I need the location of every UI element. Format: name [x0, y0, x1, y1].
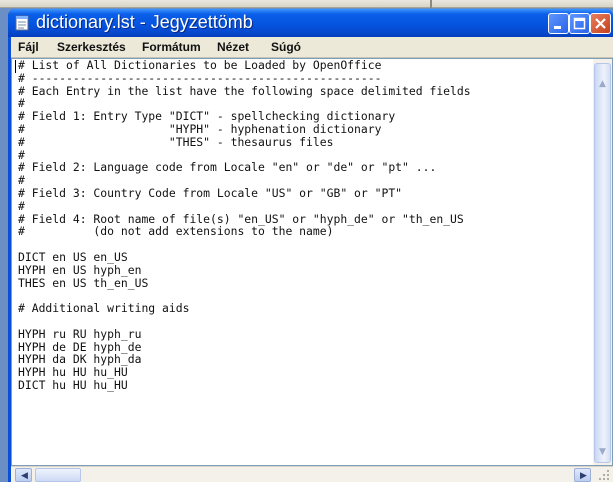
close-icon	[595, 18, 606, 29]
text-line: # "THES" - thesaurus files	[18, 134, 334, 149]
notepad-window: dictionary.lst - Jegyzettömb Fájl Szerke…	[8, 9, 613, 482]
text-editor[interactable]: # List of All Dictionaries to be Loaded …	[11, 58, 613, 466]
text-line: # Each Entry in the list have the follow…	[18, 83, 471, 98]
text-line: DICT hu HU hu_HU	[18, 377, 128, 392]
background-divider	[430, 0, 432, 8]
text-line: THES en US th_en_US	[18, 275, 149, 290]
scroll-left-arrow-icon: ◀	[21, 471, 28, 481]
text-line: DICT en US en_US	[18, 249, 128, 264]
text-line: #	[18, 198, 25, 213]
text-line: HYPH ru RU hyph_ru	[18, 326, 142, 341]
maximize-icon	[573, 17, 586, 30]
vertical-scrollbar[interactable]: ▲ ▼	[593, 59, 612, 465]
text-line: HYPH en US hyph_en	[18, 262, 142, 277]
scroll-down-arrow-icon[interactable]: ▼	[599, 447, 606, 457]
text-caret	[15, 60, 16, 73]
text-line: # Additional writing aids	[18, 301, 190, 316]
menu-view[interactable]: Nézet	[217, 40, 249, 54]
menu-file[interactable]: Fájl	[18, 40, 39, 54]
notepad-icon	[14, 15, 30, 31]
close-button[interactable]	[590, 13, 611, 34]
window-title: dictionary.lst - Jegyzettömb	[36, 12, 253, 32]
scroll-right-arrow-icon: ▶	[580, 471, 587, 481]
text-line: # List of All Dictionaries to be Loaded …	[18, 59, 382, 72]
text-line: # Field 3: Country Code from Locale "US"…	[18, 185, 403, 200]
vertical-scroll-thumb[interactable]	[594, 63, 611, 463]
text-line: # (do not add extensions to the name)	[18, 224, 334, 239]
text-line: # "HYPH" - hyphenation dictionary	[18, 121, 382, 136]
scroll-left-button[interactable]: ◀	[15, 468, 32, 482]
title-bar[interactable]: dictionary.lst - Jegyzettömb	[8, 9, 613, 37]
menu-help[interactable]: Súgó	[271, 40, 301, 54]
menu-edit[interactable]: Szerkesztés	[57, 40, 126, 54]
horizontal-scrollbar[interactable]: ◀ ▶	[11, 466, 613, 482]
scroll-up-arrow-icon[interactable]: ▲	[599, 79, 606, 89]
background-app-strip	[0, 0, 613, 8]
text-line: # --------------------------------------…	[18, 70, 382, 85]
scroll-right-button[interactable]: ▶	[574, 468, 591, 482]
maximize-button[interactable]	[569, 13, 590, 34]
minimize-icon	[554, 26, 561, 29]
horizontal-scroll-thumb[interactable]	[35, 468, 81, 482]
text-line: HYPH hu HU hu_HU	[18, 365, 128, 380]
text-line: # Field 2: Language code from Locale "en…	[18, 160, 437, 175]
text-content[interactable]: # List of All Dictionaries to be Loaded …	[18, 59, 588, 464]
minimize-button[interactable]	[548, 13, 569, 34]
resize-grip-icon[interactable]	[596, 468, 611, 482]
text-line	[18, 315, 588, 328]
menu-format[interactable]: Formátum	[142, 40, 201, 54]
menu-bar: Fájl Szerkesztés Formátum Nézet Súgó	[11, 37, 613, 58]
